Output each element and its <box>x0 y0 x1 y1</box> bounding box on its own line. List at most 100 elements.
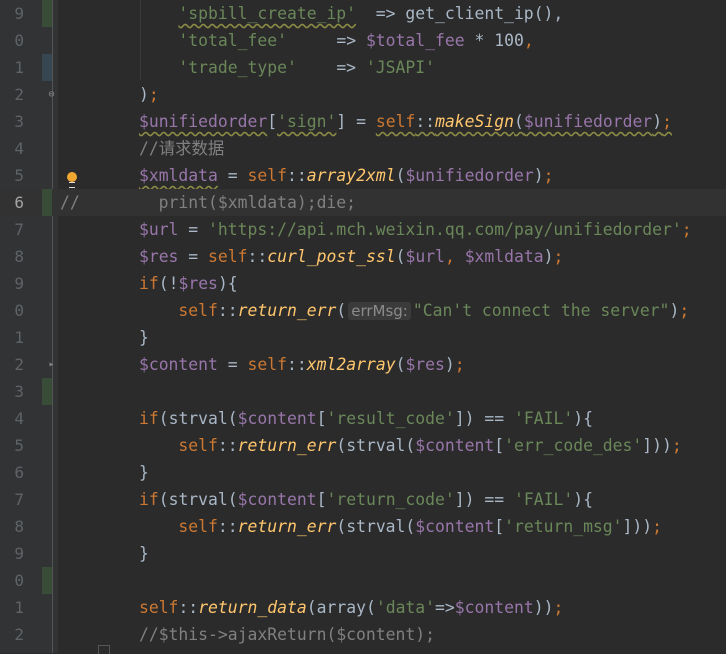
lightbulb-icon[interactable] <box>67 172 77 182</box>
code-token: :: <box>287 166 307 185</box>
line-number[interactable]: 6 <box>0 189 24 216</box>
code-line[interactable]: 2 //$this->ajaxReturn($content); <box>0 621 726 648</box>
code-token: (), <box>533 4 564 23</box>
line-number[interactable]: 8 <box>0 243 24 270</box>
code-token: ; <box>454 355 465 374</box>
code-line[interactable]: 2 ▸ $content = self::xml2array($res); <box>0 351 726 378</box>
code-line[interactable]: 8 $res = self::curl_post_ssl($url, $xmld… <box>0 243 726 270</box>
code-token: ; <box>679 301 690 320</box>
code-line[interactable]: 3 <box>0 378 726 405</box>
code-token: curl_post_ssl <box>267 247 396 266</box>
code-line[interactable]: 7 $url = 'https://api.mch.weixin.qq.com/… <box>0 216 726 243</box>
line-number[interactable]: 4 <box>0 405 24 432</box>
line-number[interactable]: 2 <box>0 621 24 648</box>
code-token: } <box>138 463 149 482</box>
code-token: 'FAIL' <box>514 409 574 428</box>
line-number[interactable]: 0 <box>0 27 24 54</box>
line-number[interactable]: 3 <box>0 108 24 135</box>
code-token: [ <box>267 112 278 131</box>
code-token: 'result_code' <box>326 409 455 428</box>
parameter-hint: errMsg: <box>348 302 411 320</box>
code-line[interactable]: 9 if(!$res){ <box>0 270 726 297</box>
line-number[interactable]: 7 <box>0 216 24 243</box>
code-token: 'return_msg' <box>504 517 623 536</box>
line-number[interactable]: 9 <box>0 0 24 27</box>
code-token: ])) <box>622 517 653 536</box>
code-token: if <box>138 409 159 428</box>
code-token: xml2array <box>306 355 396 374</box>
code-line[interactable]: 1 self::return_data(array('data'=>$conte… <box>0 594 726 621</box>
code-token: = <box>178 247 209 266</box>
code-token: makeSign <box>435 112 515 131</box>
line-text: self::return_err(strval($content['return… <box>60 513 662 540</box>
code-token: :: <box>415 112 436 131</box>
code-token: (array( <box>306 598 376 617</box>
code-line[interactable]: 7 if(strval($content['return_code']) == … <box>0 486 726 513</box>
line-number[interactable]: 0 <box>0 567 24 594</box>
line-number[interactable]: 6 <box>0 459 24 486</box>
code-token: $xmldata <box>138 166 218 185</box>
fold-icon[interactable]: ▸ <box>46 359 57 370</box>
line-number[interactable]: 5 <box>0 162 24 189</box>
line-number[interactable]: 2 <box>0 81 24 108</box>
code-token: //$this->ajaxReturn($content); <box>138 625 435 644</box>
code-token: ; <box>553 598 564 617</box>
line-number[interactable]: 1 <box>0 594 24 621</box>
line-number[interactable]: 1 <box>0 324 24 351</box>
code-line[interactable]: 1 'trade_type' => 'JSAPI' <box>0 54 726 81</box>
code-line[interactable]: 6 // print($xmldata);die; <box>0 189 726 216</box>
code-line[interactable]: 0 <box>0 567 726 594</box>
line-number[interactable]: 3 <box>0 378 24 405</box>
code-token: self <box>247 355 287 374</box>
code-line[interactable]: 1 } <box>0 324 726 351</box>
code-line[interactable]: 4 if(strval($content['result_code']) == … <box>0 405 726 432</box>
code-line[interactable]: 2 ⊖ ); <box>0 81 726 108</box>
code-line[interactable]: 5 $xmldata = self::array2xml($unifiedord… <box>0 162 726 189</box>
line-number[interactable]: 0 <box>0 297 24 324</box>
line-number[interactable]: 2 <box>0 351 24 378</box>
code-token: // print($xmldata);die; <box>60 193 357 212</box>
code-line[interactable]: 3 $unifiedorder['sign'] = self::makeSign… <box>0 108 726 135</box>
line-number[interactable]: 9 <box>0 270 24 297</box>
code-line[interactable]: 0 'total_fee' => $total_fee * 100, <box>0 27 726 54</box>
code-token: $unifiedorder <box>405 166 534 185</box>
change-marker-added[interactable] <box>42 567 52 594</box>
line-number[interactable]: 7 <box>0 486 24 513</box>
code-line[interactable]: 4 //请求数据 <box>0 135 726 162</box>
code-editor[interactable]: 9 'spbill_create_ip' => get_client_ip(),… <box>0 0 726 648</box>
code-token: //请求数据 <box>138 139 225 158</box>
code-line[interactable]: 0 self::return_err(errMsg: "Can't connect… <box>0 297 726 324</box>
code-token: = <box>178 220 209 239</box>
change-marker-added[interactable] <box>42 378 52 405</box>
line-number[interactable]: 9 <box>0 540 24 567</box>
code-line[interactable]: 6 } <box>0 459 726 486</box>
code-token: ) <box>533 166 544 185</box>
code-token: return_err <box>237 301 337 320</box>
line-number[interactable]: 4 <box>0 135 24 162</box>
code-line[interactable]: 5 self::return_err(strval($content['err_… <box>0 432 726 459</box>
code-token: $total_fee <box>365 31 465 50</box>
line-text: 'spbill_create_ip' => get_client_ip(), <box>60 0 563 27</box>
code-line[interactable]: 9 'spbill_create_ip' => get_client_ip(), <box>0 0 726 27</box>
code-line[interactable]: 8 self::return_err(strval($content['retu… <box>0 513 726 540</box>
code-token: (strval( <box>336 436 416 455</box>
code-token: self <box>138 598 179 617</box>
line-number[interactable]: 1 <box>0 54 24 81</box>
code-token: $xmldata <box>464 247 544 266</box>
change-marker-modified[interactable] <box>42 54 52 81</box>
code-token: => <box>296 58 366 77</box>
code-token: $res <box>405 355 445 374</box>
line-number[interactable]: 8 <box>0 513 24 540</box>
change-marker-added[interactable] <box>42 0 52 27</box>
line-number[interactable]: 5 <box>0 432 24 459</box>
code-line[interactable]: 9 } <box>0 540 726 567</box>
code-token: = <box>217 166 248 185</box>
line-text: $content = self::xml2array($res); <box>60 351 465 378</box>
code-token: [ <box>494 436 505 455</box>
line-text: } <box>60 540 149 567</box>
change-marker-added[interactable] <box>42 189 52 216</box>
fold-icon[interactable]: ⊖ <box>46 89 57 100</box>
code-token: $content <box>237 490 317 509</box>
